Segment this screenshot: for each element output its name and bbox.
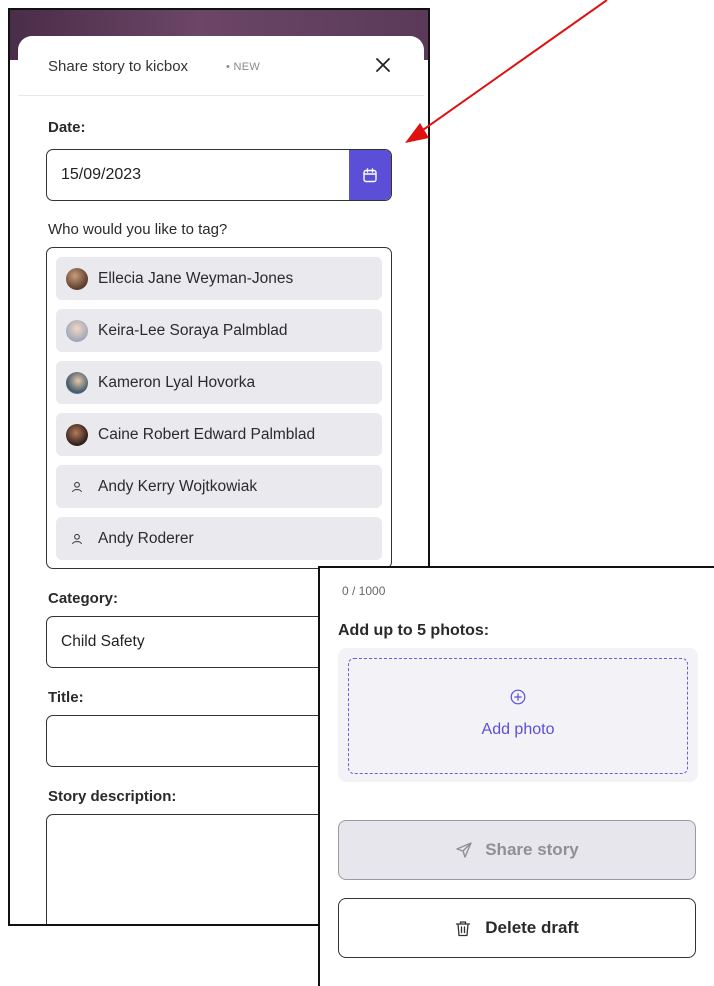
photos-label: Add up to 5 photos: xyxy=(338,622,490,639)
tag-item[interactable]: Ellecia Jane Weyman-Jones xyxy=(56,257,382,300)
tag-item[interactable]: Kameron Lyal Hovorka xyxy=(56,361,382,404)
tag-name: Ellecia Jane Weyman-Jones xyxy=(98,269,294,287)
avatar xyxy=(66,371,88,394)
person-icon xyxy=(66,476,88,498)
date-field[interactable]: 15/09/2023 xyxy=(46,149,392,201)
char-counter: 0 / 1000 xyxy=(342,584,386,598)
avatar xyxy=(66,267,88,290)
calendar-button[interactable] xyxy=(349,150,391,200)
category-value: Child Safety xyxy=(61,633,145,650)
tag-item[interactable]: Andy Kerry Wojtkowiak xyxy=(56,465,382,508)
modal-title: Share story to kicbox xyxy=(48,58,189,75)
tag-name: Andy Kerry Wojtkowiak xyxy=(98,477,258,495)
plus-circle-icon xyxy=(510,689,526,705)
close-icon xyxy=(376,58,390,72)
tag-label: Who would you like to tag? xyxy=(48,221,228,238)
send-icon xyxy=(456,842,472,858)
delete-draft-label: Delete draft xyxy=(485,918,579,937)
trash-icon xyxy=(456,920,471,936)
avatar xyxy=(66,423,88,446)
title-input[interactable] xyxy=(46,715,346,767)
close-button[interactable] xyxy=(370,52,396,78)
date-value: 15/09/2023 xyxy=(61,166,142,183)
tag-name: Andy Roderer xyxy=(98,529,194,547)
description-textarea[interactable] xyxy=(46,814,346,924)
category-select[interactable]: Child Safety xyxy=(46,616,346,668)
tag-item[interactable]: Keira-Lee Soraya Palmblad xyxy=(56,309,382,352)
tag-list: Ellecia Jane Weyman-Jones Keira-Lee Sora… xyxy=(46,247,392,569)
person-icon xyxy=(66,528,88,550)
tag-item[interactable]: Andy Roderer xyxy=(56,517,382,560)
calendar-icon xyxy=(363,167,377,182)
tag-item[interactable]: Caine Robert Edward Palmblad xyxy=(56,413,382,456)
add-photo-dropzone[interactable]: Add photo xyxy=(348,658,688,774)
title-label: Title: xyxy=(48,689,84,706)
category-label: Category: xyxy=(48,590,119,607)
new-badge: • NEW xyxy=(226,61,261,73)
avatar xyxy=(66,319,88,342)
tag-name: Keira-Lee Soraya Palmblad xyxy=(98,321,288,339)
modal-screenshot-bottom: 0 / 1000 Add up to 5 photos: Add photo S… xyxy=(318,566,714,986)
description-label: Story description: xyxy=(48,788,177,805)
tag-name: Kameron Lyal Hovorka xyxy=(98,373,256,391)
share-story-label: Share story xyxy=(485,840,579,859)
share-story-button[interactable]: Share story xyxy=(338,820,696,880)
date-label: Date: xyxy=(48,119,86,136)
tag-name: Caine Robert Edward Palmblad xyxy=(98,425,316,443)
modal-header: Share story to kicbox • NEW xyxy=(18,36,424,96)
delete-draft-button[interactable]: Delete draft xyxy=(338,898,696,958)
add-photo-label: Add photo xyxy=(481,721,555,738)
